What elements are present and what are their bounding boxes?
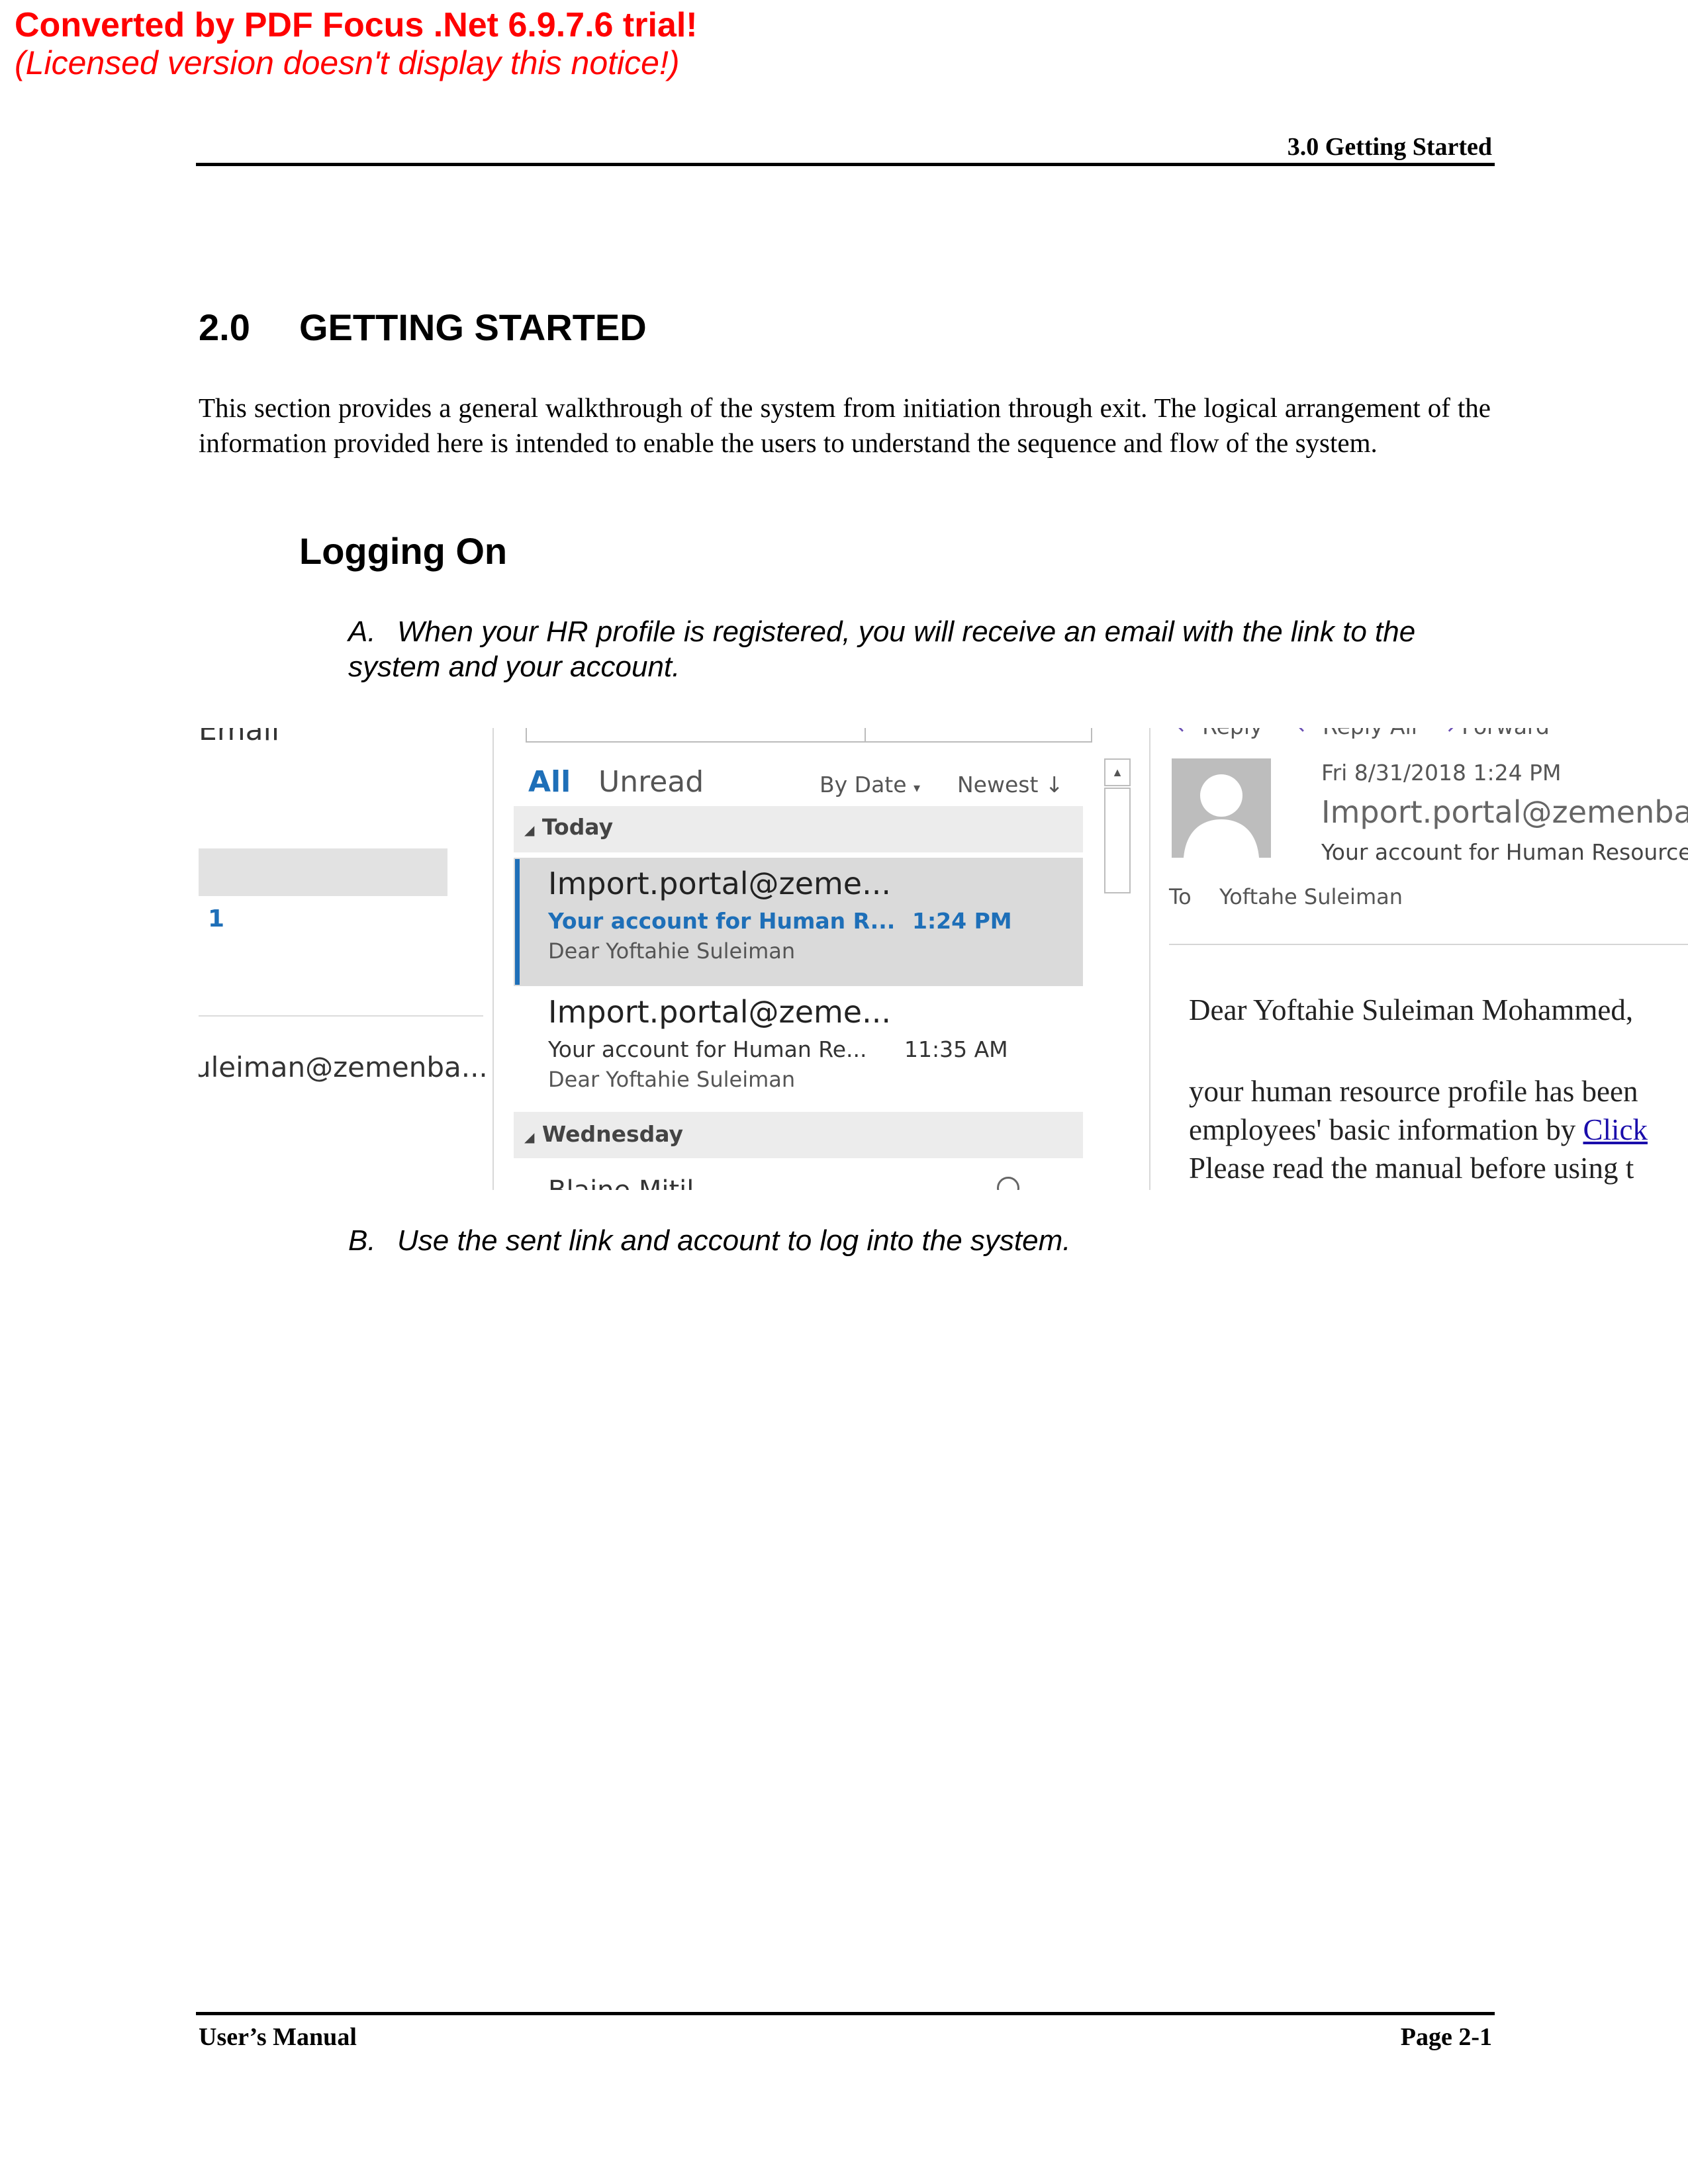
footer-rule [196, 2012, 1495, 2015]
account-name[interactable]: uleiman@zemenba... [199, 1051, 488, 1083]
trial-watermark-line2: (Licensed version doesn't display this n… [15, 44, 680, 81]
filter-unread[interactable]: Unread [598, 765, 704, 799]
step-text: Use the sent link and account to log int… [397, 1224, 1071, 1257]
scroll-thumb[interactable] [1104, 788, 1131, 893]
reply-all-icon: ↩ [1297, 728, 1316, 739]
message-subject-header: Your account for Human Resource [1321, 839, 1688, 865]
body-line-2: employees' basic information by Click [1189, 1111, 1648, 1149]
selection-indicator [515, 859, 520, 985]
message-from[interactable]: Import.portal@zemenbank. [1321, 794, 1688, 830]
activation-link[interactable]: Click [1583, 1113, 1648, 1146]
collapse-triangle-icon: ◢ [524, 1129, 535, 1145]
forward-button[interactable]: ↪ Forward [1436, 728, 1550, 739]
sort-by-date[interactable]: By Date ▾ [820, 772, 920, 797]
header-divider [1169, 944, 1688, 945]
body-line-3: Please read the manual before using t [1189, 1152, 1634, 1185]
folder-unread-count: 1 [208, 905, 225, 933]
forward-label: Forward [1462, 728, 1550, 739]
reply-all-button[interactable]: ↩ Reply All [1297, 728, 1417, 739]
section-heading: 2.0 GETTING STARTED [199, 306, 647, 349]
person-avatar-icon [1172, 758, 1271, 858]
group-wednesday-label: Wednesday [541, 1121, 684, 1147]
filter-all[interactable]: All [528, 765, 571, 799]
scroll-up-icon[interactable]: ▲ [1104, 758, 1131, 786]
body-line-2-text: employees' basic information by [1189, 1113, 1583, 1146]
email-screenshot: Email 1 uleiman@zemenba... All Unread By… [199, 728, 1688, 1190]
search-scope-box[interactable] [865, 728, 1092, 743]
message-date: Fri 8/31/2018 1:24 PM [1321, 760, 1562, 786]
step-a: A. When your HR profile is registered, yo… [348, 614, 1474, 684]
reply-button[interactable]: ↩ Reply [1177, 728, 1263, 739]
footer-page-number: Page 2-1 [1400, 2023, 1492, 2051]
message-sender-partial: Blaine Mitil [548, 1175, 694, 1190]
trial-watermark-line1: Converted by PDF Focus .Net 6.9.7.6 tria… [15, 6, 698, 44]
message-subject: Your account for Human Re... [548, 1036, 867, 1062]
message-sender: Import.portal@zeme... [548, 866, 891, 901]
message-sender: Import.portal@zeme... [548, 994, 891, 1030]
reply-icon: ↩ [1177, 728, 1196, 739]
message-preview: Dear Yoftahie Suleiman [548, 1067, 796, 1092]
message-time: 11:35 AM [904, 1036, 1008, 1062]
section-number: 2.0 [199, 306, 250, 348]
reply-label: Reply [1202, 728, 1262, 739]
section-intro: This section provides a general walkthro… [199, 392, 1491, 458]
section-title: GETTING STARTED [299, 306, 647, 348]
folder-pane-title: Email [199, 728, 280, 747]
folder-divider [199, 1015, 483, 1017]
sort-order[interactable]: Newest ↓ [957, 772, 1064, 797]
subsection-heading: Logging On [299, 530, 508, 572]
header-rule [196, 163, 1495, 166]
to-label: To [1169, 884, 1192, 909]
group-wednesday[interactable]: ◢ Wednesday [524, 1121, 683, 1147]
body-greeting: Dear Yoftahie Suleiman Mohammed, [1189, 993, 1634, 1026]
running-header-title: 3.0 Getting Started [1287, 133, 1492, 161]
forward-icon: ↪ [1436, 728, 1455, 739]
search-box[interactable] [526, 728, 866, 743]
body-line-1: your human resource profile has been [1189, 1075, 1638, 1108]
message-time: 1:24 PM [912, 908, 1012, 934]
step-b: B. Use the sent link and account to log i… [348, 1223, 1474, 1258]
step-marker: A. [348, 615, 376, 648]
folder-selected-row[interactable] [199, 848, 447, 896]
group-today-label: Today [541, 814, 614, 840]
message-list-scrollbar[interactable]: ▲ [1103, 758, 1132, 1182]
flag-icon[interactable] [997, 1177, 1019, 1190]
message-preview: Dear Yoftahie Suleiman [548, 938, 796, 964]
collapse-triangle-icon: ◢ [524, 822, 535, 838]
folder-pane: Email 1 uleiman@zemenba... [199, 728, 494, 1190]
sort-label: By Date [820, 772, 907, 797]
reading-pane: ↩ Reply ↩ Reply All ↪ Forward Fri 8/31/2… [1150, 728, 1688, 1190]
message-list-pane: All Unread By Date ▾ Newest ↓ ◢ Today Im… [494, 728, 1150, 1190]
message-subject: Your account for Human R... [548, 908, 896, 934]
reply-all-label: Reply All [1323, 728, 1417, 739]
chevron-down-icon: ▾ [914, 780, 921, 796]
step-marker: B. [348, 1224, 376, 1257]
footer-manual-title: User’s Manual [199, 2023, 357, 2051]
step-text: When your HR profile is registered, you … [348, 615, 1416, 683]
group-today[interactable]: ◢ Today [524, 814, 613, 840]
to-recipient[interactable]: Yoftahe Suleiman [1219, 884, 1403, 909]
